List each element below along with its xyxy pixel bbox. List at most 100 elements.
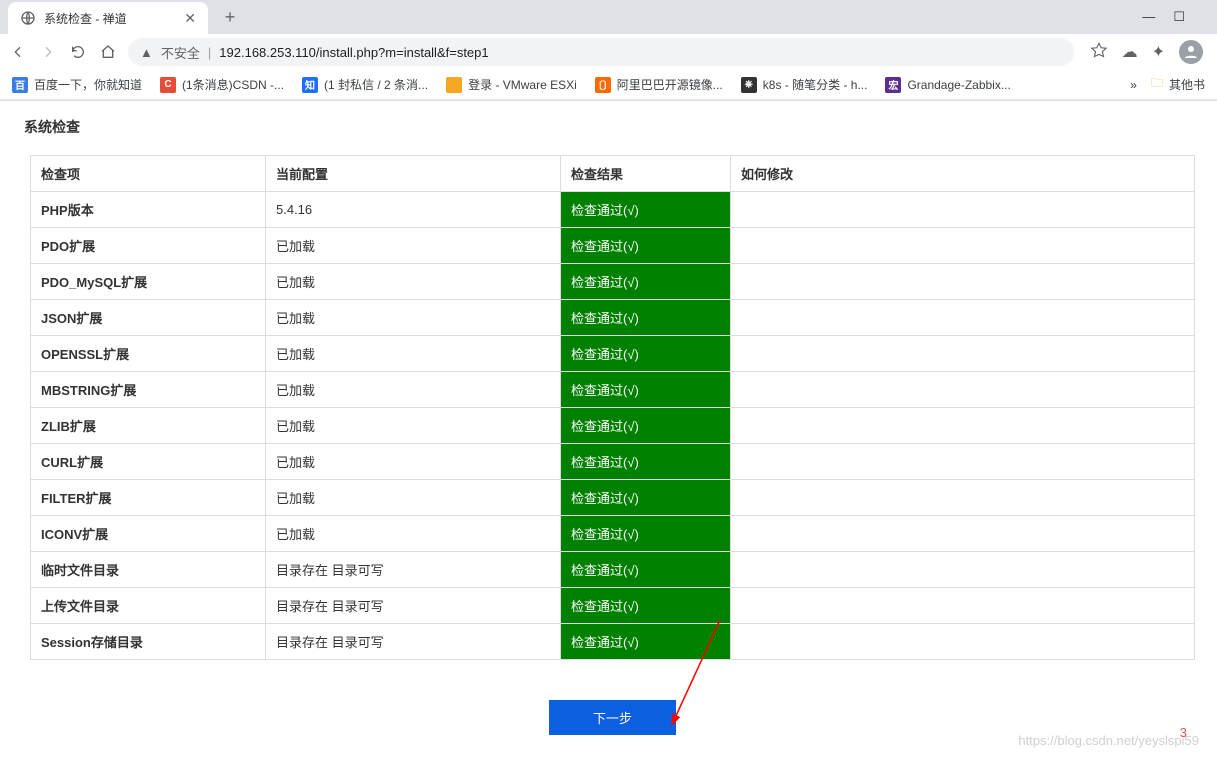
bookmark-favicon xyxy=(446,77,462,93)
bookmark-item[interactable]: ⎈k8s - 随笔分类 - h... xyxy=(741,76,868,93)
browser-chrome: 系统检查 - 禅道 ✕ + — ☐ ▲ 不安全 | 192.168.253.11… xyxy=(0,0,1217,101)
insecure-label: 不安全 xyxy=(161,43,200,62)
bookmark-label: Grandage-Zabbix... xyxy=(907,78,1010,92)
minimize-button[interactable]: — xyxy=(1142,9,1155,25)
table-row: ICONV扩展已加载检查通过(√) xyxy=(31,516,1195,552)
back-button[interactable] xyxy=(8,42,28,62)
bookmark-favicon: 〔〕 xyxy=(595,77,611,93)
tab-close-icon[interactable]: ✕ xyxy=(184,10,196,27)
cell-how-to-fix xyxy=(731,300,1195,336)
bookmark-overflow: » 🗀 其他书 xyxy=(1130,74,1205,95)
cell-how-to-fix xyxy=(731,444,1195,480)
cell-check-item: MBSTRING扩展 xyxy=(31,372,266,408)
home-button[interactable] xyxy=(98,42,118,62)
cell-check-item: CURL扩展 xyxy=(31,444,266,480)
cell-current-config: 目录存在 目录可写 xyxy=(266,588,561,624)
folder-icon: 🗀 xyxy=(1151,74,1163,95)
address-separator: | xyxy=(208,45,211,60)
system-check-table: 检查项 当前配置 检查结果 如何修改 PHP版本5.4.16检查通过(√)PDO… xyxy=(30,155,1195,660)
cell-how-to-fix xyxy=(731,408,1195,444)
bookmark-item[interactable]: 〔〕阿里巴巴开源镜像... xyxy=(595,76,723,93)
table-row: JSON扩展已加载检查通过(√) xyxy=(31,300,1195,336)
th-check-result: 检查结果 xyxy=(561,156,731,192)
table-row: PDO扩展已加载检查通过(√) xyxy=(31,228,1195,264)
bookmark-item[interactable]: 知(1 封私信 / 2 条消... xyxy=(302,76,428,93)
address-bar[interactable]: ▲ 不安全 | 192.168.253.110/install.php?m=in… xyxy=(128,38,1074,66)
bookmark-favicon: 宏 xyxy=(885,77,901,93)
page-content: 系统检查 检查项 当前配置 检查结果 如何修改 PHP版本5.4.16检查通过(… xyxy=(0,101,1217,735)
table-row: MBSTRING扩展已加载检查通过(√) xyxy=(31,372,1195,408)
cell-current-config: 已加载 xyxy=(266,444,561,480)
page-title: 系统检查 xyxy=(8,117,1217,155)
next-step-button[interactable]: 下一步 xyxy=(549,700,676,735)
bookmark-favicon: ⎈ xyxy=(741,77,757,93)
window-controls: — ☐ xyxy=(1142,9,1217,25)
cell-how-to-fix xyxy=(731,336,1195,372)
cell-check-result: 检查通过(√) xyxy=(561,480,731,516)
bookmark-star-icon[interactable] xyxy=(1090,41,1108,64)
cell-check-item: JSON扩展 xyxy=(31,300,266,336)
cell-check-result: 检查通过(√) xyxy=(561,444,731,480)
bookmark-label: 阿里巴巴开源镜像... xyxy=(617,76,723,93)
toolbar-right: ☁ ✦ xyxy=(1084,40,1209,64)
cell-check-result: 检查通过(√) xyxy=(561,516,731,552)
table-row: CURL扩展已加载检查通过(√) xyxy=(31,444,1195,480)
table-row: ZLIB扩展已加载检查通过(√) xyxy=(31,408,1195,444)
bookmark-label: 百度一下，你就知道 xyxy=(34,76,142,93)
bookmark-item[interactable]: C (1条消息)CSDN -... xyxy=(160,76,284,93)
reload-button[interactable] xyxy=(68,42,88,62)
new-tab-button[interactable]: + xyxy=(216,3,244,31)
table-row: Session存储目录目录存在 目录可写检查通过(√) xyxy=(31,624,1195,660)
th-how-to-fix: 如何修改 xyxy=(731,156,1195,192)
table-row: 上传文件目录目录存在 目录可写检查通过(√) xyxy=(31,588,1195,624)
cell-check-result: 检查通过(√) xyxy=(561,588,731,624)
extensions-icon[interactable]: ✦ xyxy=(1152,42,1165,62)
cell-current-config: 目录存在 目录可写 xyxy=(266,552,561,588)
bookmark-more-chevron[interactable]: » xyxy=(1130,78,1137,92)
cell-check-result: 检查通过(√) xyxy=(561,300,731,336)
other-bookmarks-label: 其他书 xyxy=(1169,76,1205,93)
bookmark-label: (1条消息)CSDN -... xyxy=(182,76,284,93)
cell-current-config: 已加载 xyxy=(266,264,561,300)
cell-check-item: PDO_MySQL扩展 xyxy=(31,264,266,300)
cell-check-result: 检查通过(√) xyxy=(561,264,731,300)
browser-tab[interactable]: 系统检查 - 禅道 ✕ xyxy=(8,2,208,34)
cloud-icon[interactable]: ☁ xyxy=(1122,42,1138,62)
cell-current-config: 已加载 xyxy=(266,516,561,552)
bookmark-favicon: C xyxy=(160,77,176,93)
forward-button[interactable] xyxy=(38,42,58,62)
table-row: 临时文件目录目录存在 目录可写检查通过(√) xyxy=(31,552,1195,588)
cell-how-to-fix xyxy=(731,624,1195,660)
cell-how-to-fix xyxy=(731,372,1195,408)
th-current-config: 当前配置 xyxy=(266,156,561,192)
insecure-icon: ▲ xyxy=(140,45,153,60)
url-text: 192.168.253.110/install.php?m=install&f=… xyxy=(219,45,488,60)
globe-icon xyxy=(20,10,36,26)
bookmark-favicon: 知 xyxy=(302,77,318,93)
cell-check-item: OPENSSL扩展 xyxy=(31,336,266,372)
cell-check-result: 检查通过(√) xyxy=(561,228,731,264)
cell-current-config: 已加载 xyxy=(266,408,561,444)
maximize-button[interactable]: ☐ xyxy=(1173,9,1185,25)
cell-current-config: 目录存在 目录可写 xyxy=(266,624,561,660)
cell-check-result: 检查通过(√) xyxy=(561,336,731,372)
cell-current-config: 已加载 xyxy=(266,228,561,264)
profile-avatar[interactable] xyxy=(1179,40,1203,64)
cell-how-to-fix xyxy=(731,480,1195,516)
cell-check-result: 检查通过(√) xyxy=(561,408,731,444)
table-row: FILTER扩展已加载检查通过(√) xyxy=(31,480,1195,516)
bookmark-item[interactable]: 宏 Grandage-Zabbix... xyxy=(885,77,1010,93)
cell-check-item: Session存储目录 xyxy=(31,624,266,660)
bookmark-item[interactable]: 百百度一下，你就知道 xyxy=(12,76,142,93)
cell-check-item: 上传文件目录 xyxy=(31,588,266,624)
bookmark-item[interactable]: 登录 - VMware ESXi xyxy=(446,76,577,93)
cell-check-result: 检查通过(√) xyxy=(561,552,731,588)
tab-title: 系统检查 - 禅道 xyxy=(44,10,127,27)
cell-current-config: 已加载 xyxy=(266,372,561,408)
other-bookmarks-folder[interactable]: 🗀 其他书 xyxy=(1151,74,1205,95)
table-row: PDO_MySQL扩展已加载检查通过(√) xyxy=(31,264,1195,300)
nav-bar: ▲ 不安全 | 192.168.253.110/install.php?m=in… xyxy=(0,34,1217,70)
watermark-text: https://blog.csdn.net/yeyslspi59 xyxy=(1018,733,1199,748)
cell-how-to-fix xyxy=(731,264,1195,300)
cell-current-config: 已加载 xyxy=(266,336,561,372)
